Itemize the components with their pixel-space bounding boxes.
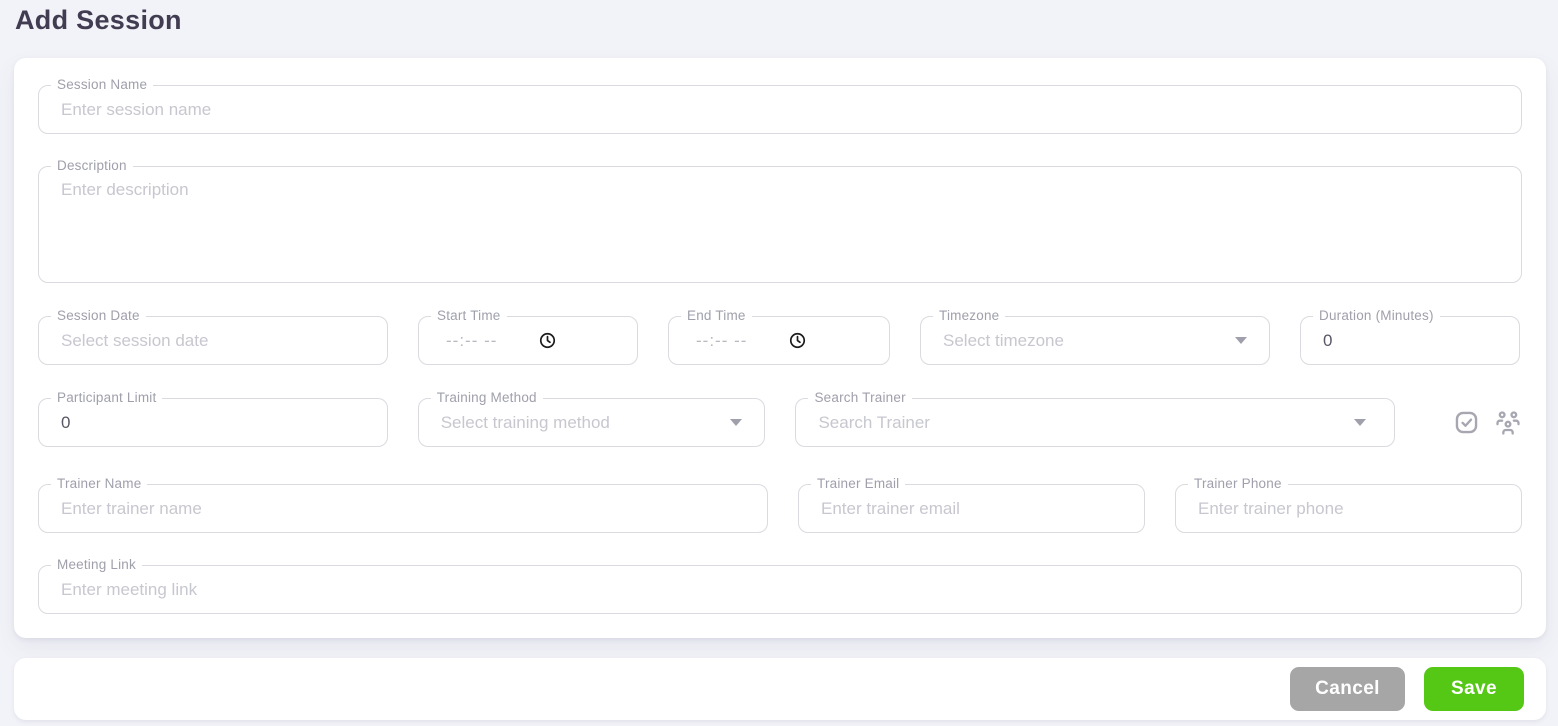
session-date-field[interactable]: Session Date bbox=[38, 307, 388, 365]
session-name-input[interactable] bbox=[39, 86, 1521, 133]
participant-limit-label: Participant Limit bbox=[51, 389, 163, 408]
add-session-form-card: Session Name Description Session Date St… bbox=[14, 58, 1546, 638]
search-trainer-label: Search Trainer bbox=[808, 389, 912, 408]
trainer-icon-actions bbox=[1453, 409, 1522, 437]
session-name-label: Session Name bbox=[51, 76, 154, 95]
description-field[interactable]: Description bbox=[38, 157, 1522, 283]
meeting-link-field[interactable]: Meeting Link bbox=[38, 556, 1522, 614]
start-time-field[interactable]: Start Time --:-- -- bbox=[418, 307, 638, 365]
duration-label: Duration (Minutes) bbox=[1313, 307, 1440, 326]
start-time-clock-icon[interactable] bbox=[539, 332, 556, 349]
cancel-button[interactable]: Cancel bbox=[1290, 667, 1405, 711]
users-group-icon[interactable] bbox=[1494, 409, 1522, 437]
form-action-bar: Cancel Save bbox=[14, 658, 1546, 720]
trainer-name-input[interactable] bbox=[39, 485, 767, 532]
timezone-label: Timezone bbox=[933, 307, 1006, 326]
trainer-name-field[interactable]: Trainer Name bbox=[38, 475, 768, 533]
meeting-link-input[interactable] bbox=[39, 566, 1521, 613]
trainer-name-label: Trainer Name bbox=[51, 475, 148, 494]
search-trainer-select[interactable]: Search Trainer Search Trainer bbox=[795, 389, 1395, 447]
description-input[interactable] bbox=[39, 167, 1521, 282]
timezone-value: Select timezone bbox=[943, 330, 1064, 350]
start-time-value[interactable]: --:-- -- bbox=[446, 331, 497, 351]
end-time-field[interactable]: End Time --:-- -- bbox=[668, 307, 890, 365]
session-name-field[interactable]: Session Name bbox=[38, 76, 1522, 134]
description-label: Description bbox=[51, 157, 133, 176]
schedule-row: Session Date Start Time --:-- -- End Tim… bbox=[38, 307, 1522, 365]
trainer-phone-label: Trainer Phone bbox=[1188, 475, 1288, 494]
chevron-down-icon bbox=[730, 419, 743, 426]
training-method-value: Select training method bbox=[440, 412, 610, 432]
save-button[interactable]: Save bbox=[1424, 667, 1524, 711]
end-time-clock-icon[interactable] bbox=[789, 332, 806, 349]
check-square-icon[interactable] bbox=[1453, 409, 1480, 436]
training-method-select[interactable]: Training Method Select training method bbox=[417, 389, 766, 447]
trainer-email-field[interactable]: Trainer Email bbox=[798, 475, 1145, 533]
start-time-label: Start Time bbox=[431, 307, 507, 326]
end-time-value[interactable]: --:-- -- bbox=[696, 331, 747, 351]
trainer-select-row: Participant Limit Training Method Select… bbox=[38, 389, 1522, 447]
participant-limit-field[interactable]: Participant Limit bbox=[38, 389, 388, 447]
timezone-select[interactable]: Timezone Select timezone bbox=[920, 307, 1270, 365]
trainer-email-label: Trainer Email bbox=[811, 475, 906, 494]
chevron-down-icon bbox=[1354, 419, 1366, 426]
training-method-label: Training Method bbox=[430, 389, 543, 408]
end-time-label: End Time bbox=[681, 307, 752, 326]
chevron-down-icon bbox=[1235, 337, 1247, 344]
page-title: Add Session bbox=[15, 5, 182, 35]
session-date-label: Session Date bbox=[51, 307, 146, 326]
meeting-link-label: Meeting Link bbox=[51, 556, 142, 575]
trainer-details-row: Trainer Name Trainer Email Trainer Phone bbox=[38, 475, 1522, 533]
trainer-phone-field[interactable]: Trainer Phone bbox=[1175, 475, 1522, 533]
search-trainer-value: Search Trainer bbox=[818, 412, 930, 432]
duration-field[interactable]: Duration (Minutes) bbox=[1300, 307, 1520, 365]
